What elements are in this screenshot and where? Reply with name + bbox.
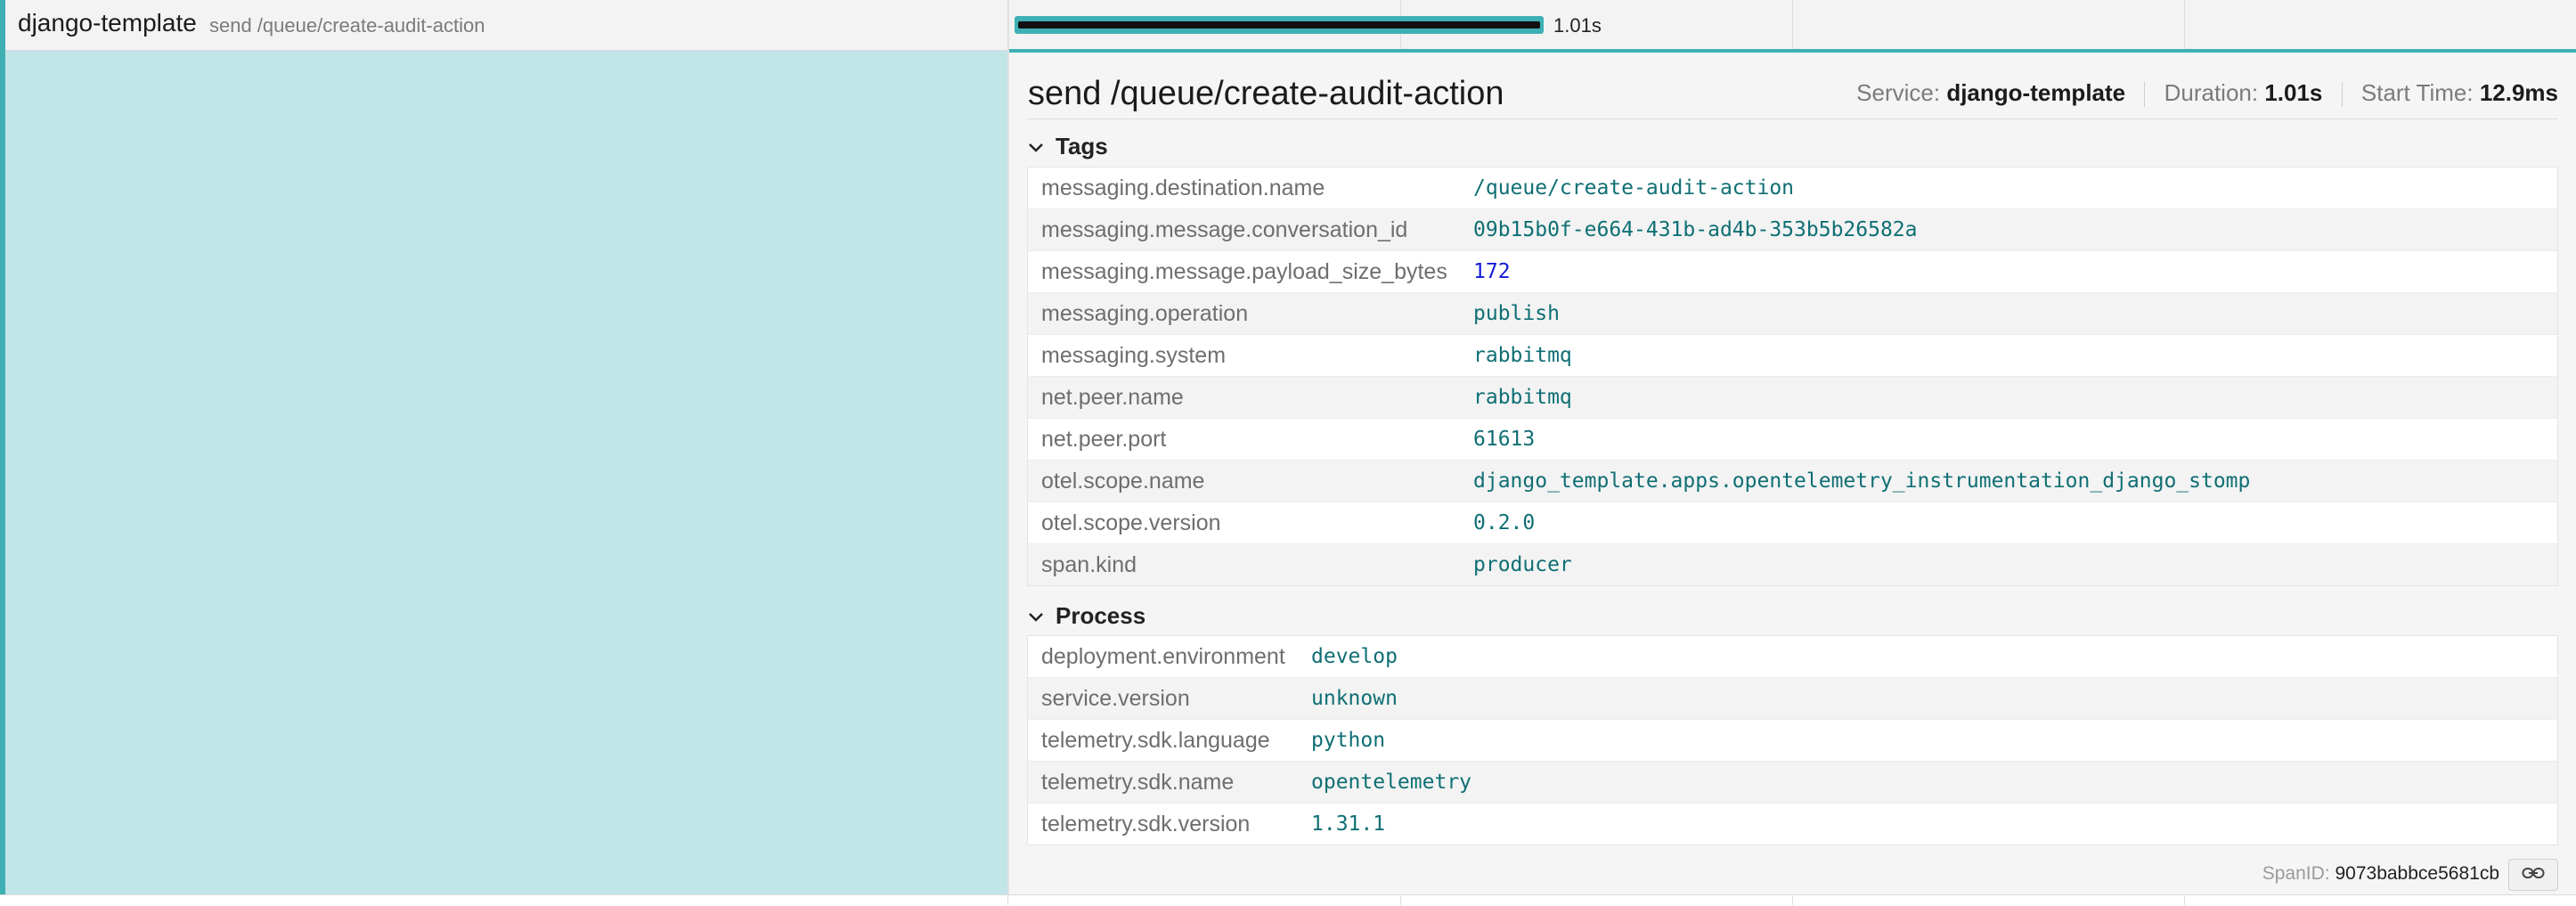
start-time-value: 12.9ms <box>2479 79 2558 106</box>
span-detail-meta: Service: django-template Duration: 1.01s… <box>1856 79 2558 108</box>
kv-row[interactable]: telemetry.sdk.name opentelemetry <box>1028 762 2557 804</box>
link-icon <box>2522 867 2545 884</box>
kv-key: telemetry.sdk.language <box>1041 727 1270 753</box>
span-id: SpanID: 9073babbce5681cb <box>2262 863 2499 885</box>
kv-row[interactable]: otel.scope.version 0.2.0 <box>1028 502 2557 544</box>
kv-key: otel.scope.name <box>1041 468 1205 494</box>
duration-value: 1.01s <box>2264 79 2323 106</box>
timeline-tick <box>2184 0 2185 50</box>
kv-value[interactable]: publish <box>1473 302 1560 325</box>
kv-key: messaging.message.conversation_id <box>1041 216 1408 242</box>
kv-value[interactable]: /queue/create-audit-action <box>1473 176 1794 200</box>
span-id-label: SpanID: <box>2262 863 2330 884</box>
kv-value[interactable]: rabbitmq <box>1473 344 1572 367</box>
kv-key: telemetry.sdk.name <box>1041 769 1235 795</box>
kv-value[interactable]: django_template.apps.opentelemetry_instr… <box>1473 469 2250 493</box>
kv-key: span.kind <box>1041 551 1137 577</box>
service-value: django-template <box>1946 79 2126 106</box>
timeline-tick <box>1792 0 1793 50</box>
kv-key: otel.scope.version <box>1041 510 1221 535</box>
kv-value[interactable]: opentelemetry <box>1311 771 1471 794</box>
kv-value[interactable]: 172 <box>1473 260 1511 283</box>
kv-row[interactable]: deployment.environment develop <box>1028 636 2557 678</box>
span-name-column-expanded <box>5 51 1007 894</box>
span-detail-panel: send /queue/create-audit-action Service:… <box>1009 49 2576 898</box>
kv-row[interactable]: messaging.operation publish <box>1028 293 2557 335</box>
kv-key: messaging.system <box>1041 342 1227 368</box>
span-duration-bar-fill <box>1018 21 1540 29</box>
kv-value[interactable]: rabbitmq <box>1473 386 1572 409</box>
kv-value[interactable]: 61613 <box>1473 428 1535 451</box>
timeline-tick <box>2184 894 2185 905</box>
kv-row[interactable]: telemetry.sdk.language python <box>1028 720 2557 762</box>
duration-label: Duration: <box>2164 79 2259 106</box>
span-service-name[interactable]: django-template <box>18 9 197 37</box>
kv-row[interactable]: messaging.message.payload_size_bytes 172 <box>1028 251 2557 293</box>
meta-separator <box>2144 82 2146 108</box>
title-divider <box>1027 118 2558 119</box>
service-label: Service: <box>1856 79 1941 106</box>
kv-value[interactable]: develop <box>1311 645 1398 668</box>
process-section-toggle[interactable]: Process <box>1027 602 1145 630</box>
kv-key: net.peer.port <box>1041 426 1167 452</box>
copy-link-button[interactable] <box>2508 859 2558 891</box>
kv-row[interactable]: telemetry.sdk.version 1.31.1 <box>1028 804 2557 845</box>
tags-heading: Tags <box>1056 133 1108 159</box>
kv-value[interactable]: unknown <box>1311 687 1398 710</box>
process-table: deployment.environment develop service.ver… <box>1027 635 2558 845</box>
tags-section-toggle[interactable]: Tags <box>1027 133 1108 160</box>
kv-key: messaging.operation <box>1041 300 1249 326</box>
next-span-row[interactable] <box>0 894 2576 906</box>
tags-table: messaging.destination.name/queue/create-… <box>1027 167 2558 586</box>
kv-row[interactable]: otel.scope.name django_template.apps.open… <box>1028 461 2557 502</box>
kv-row[interactable]: messaging.system rabbitmq <box>1028 335 2557 377</box>
start-time-label: Start Time: <box>2360 79 2474 106</box>
process-heading: Process <box>1056 602 1146 629</box>
span-row[interactable]: django-template send /queue/create-audit… <box>0 0 2576 51</box>
kv-row[interactable]: messaging.message.conversation_id 09b15b0… <box>1028 209 2557 251</box>
kv-row[interactable]: messaging.destination.name/queue/create-… <box>1028 167 2557 209</box>
kv-key: messaging.message.payload_size_bytes <box>1041 258 1447 284</box>
timeline-tick <box>1400 894 1401 905</box>
kv-key: service.version <box>1041 685 1190 711</box>
kv-key: deployment.environment <box>1041 643 1285 669</box>
chevron-down-icon <box>1027 133 1048 160</box>
kv-value[interactable]: producer <box>1473 553 1572 576</box>
span-id-value: 9073babbce5681cb <box>2335 863 2499 884</box>
kv-key: telemetry.sdk.version <box>1041 811 1251 837</box>
timeline-tick <box>1792 894 1793 905</box>
kv-row[interactable]: span.kind producer <box>1028 544 2557 585</box>
kv-value[interactable]: 1.31.1 <box>1311 812 1385 836</box>
span-duration-label: 1.01s <box>1553 14 1602 37</box>
kv-value[interactable]: 0.2.0 <box>1473 511 1535 535</box>
span-detail-title: send /queue/create-audit-action <box>1028 75 1504 112</box>
kv-key: messaging.destination.name <box>1041 175 1325 200</box>
span-operation-name: send /queue/create-audit-action <box>209 14 485 37</box>
timeline-tick <box>1007 894 1008 905</box>
kv-key: net.peer.name <box>1041 384 1184 410</box>
chevron-down-icon <box>1027 602 1048 630</box>
kv-row[interactable]: net.peer.port 61613 <box>1028 419 2557 461</box>
meta-separator <box>2341 82 2343 108</box>
kv-value[interactable]: python <box>1311 729 1385 752</box>
kv-row[interactable]: service.version unknown <box>1028 678 2557 720</box>
kv-row[interactable]: net.peer.name rabbitmq <box>1028 377 2557 419</box>
kv-value[interactable]: 09b15b0f-e664-431b-ad4b-353b5b26582a <box>1473 218 1918 241</box>
